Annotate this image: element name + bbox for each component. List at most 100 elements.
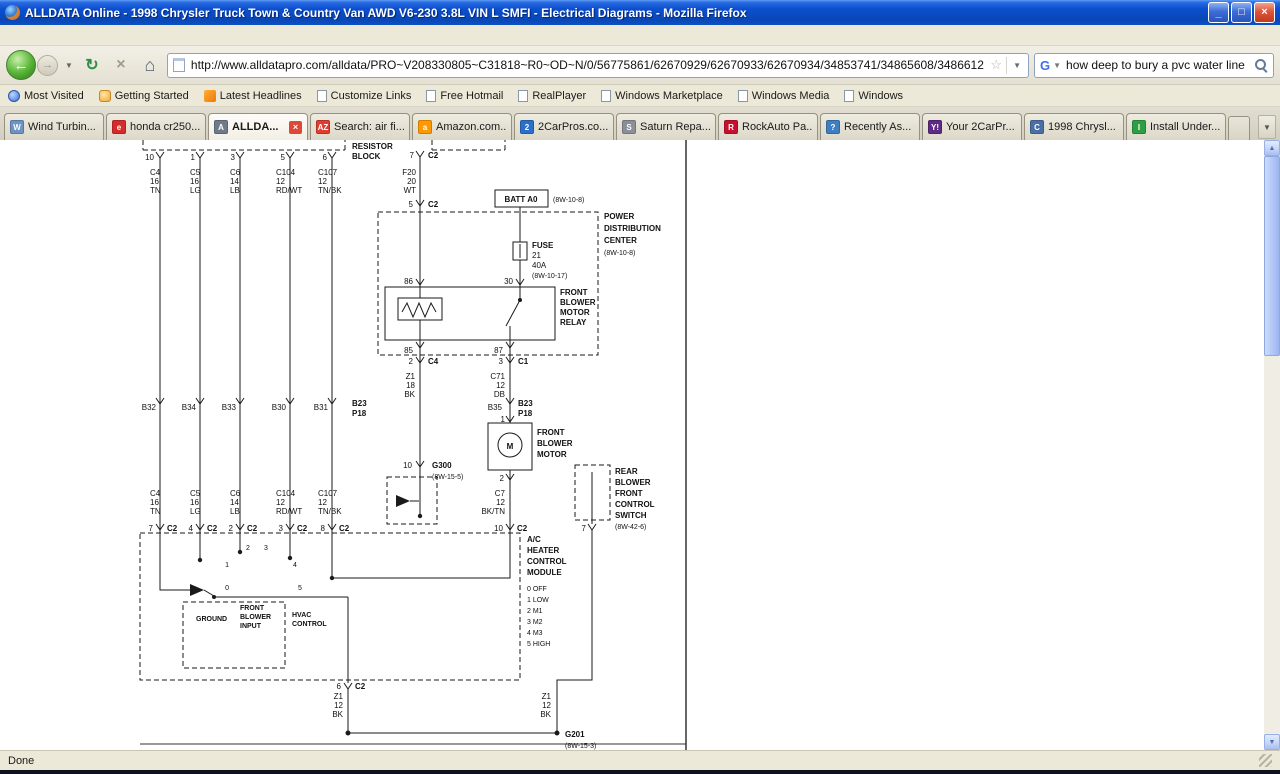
tab-close-button[interactable]: × xyxy=(289,121,302,134)
diagram-label: 7 xyxy=(582,524,587,533)
list-all-tabs-button[interactable]: ▼ xyxy=(1258,115,1276,139)
bookmark-item[interactable]: Windows xyxy=(844,90,903,102)
forward-button[interactable]: → xyxy=(37,55,58,76)
menu-item[interactable] xyxy=(87,33,101,37)
tab-label: RockAuto Pa... xyxy=(742,121,812,133)
diagram-label: 5 HIGH xyxy=(527,641,550,648)
diagram-label: LB xyxy=(230,186,240,195)
resize-grip[interactable] xyxy=(1259,754,1272,767)
menu-item[interactable] xyxy=(31,33,45,37)
tab-label: 1998 Chrysl... xyxy=(1048,121,1118,133)
diagram-label: C2 xyxy=(355,682,366,691)
tab[interactable]: 2 2CarPros.co... xyxy=(514,113,614,140)
vertical-scrollbar[interactable]: ▲ ▼ xyxy=(1264,140,1280,750)
bookmark-item[interactable]: Windows Marketplace xyxy=(601,90,723,102)
search-magnifier-icon[interactable] xyxy=(1254,58,1268,72)
tab[interactable]: Y! Your 2CarPr... xyxy=(922,113,1022,140)
diagram-label: 4 xyxy=(293,562,297,569)
diagram-label: 3 xyxy=(231,153,236,162)
diagram-label: MOTOR xyxy=(537,450,567,459)
diagram-label: C2 xyxy=(517,524,528,533)
tab-label: Amazon.com... xyxy=(436,121,506,133)
diagram-label: (8W-42-6) xyxy=(615,524,646,531)
diagram-label: GROUND xyxy=(196,616,227,623)
tab-favicon: ? xyxy=(826,120,840,134)
back-button[interactable]: ← xyxy=(6,50,36,80)
diagram-label: 7 xyxy=(410,151,415,160)
bookmark-star-icon[interactable]: ☆ xyxy=(990,57,1002,73)
search-engine-dropdown-icon[interactable]: ▼ xyxy=(1053,61,1061,70)
diagram-label: 20 xyxy=(407,177,416,186)
tab[interactable]: S Saturn Repa... xyxy=(616,113,716,140)
tab-label: Recently As... xyxy=(844,121,914,133)
diagram-label: 16 xyxy=(190,177,199,186)
diagram-label: TN/BK xyxy=(318,186,342,195)
diagram-label: FRONT xyxy=(560,288,588,297)
bookmark-label: Latest Headlines xyxy=(220,90,302,102)
menu-item[interactable] xyxy=(59,33,73,37)
diagram-label: C107 xyxy=(318,168,338,177)
minimize-button[interactable]: _ xyxy=(1208,2,1229,23)
diagram-label: TN xyxy=(150,186,161,195)
scrollbar-thumb[interactable] xyxy=(1264,156,1280,356)
url-dropdown-icon[interactable]: ▼ xyxy=(1011,61,1023,70)
diagram-label: C2 xyxy=(428,151,439,160)
menu-item[interactable] xyxy=(45,33,59,37)
tab[interactable]: e honda cr250... xyxy=(106,113,206,140)
refresh-button[interactable]: ↻ xyxy=(80,53,104,77)
tab[interactable]: R RockAuto Pa... xyxy=(718,113,818,140)
new-tab-button[interactable] xyxy=(1228,116,1250,140)
home-button[interactable]: ⌂ xyxy=(138,53,162,77)
diagram-label: C4 xyxy=(150,489,161,498)
diagram-label: LG xyxy=(190,507,201,516)
diagram-label: FUSE xyxy=(532,241,554,250)
tab[interactable]: W Wind Turbin... xyxy=(4,113,104,140)
diagram-label: 0 xyxy=(225,585,229,592)
diagram-label: (8W-15-5) xyxy=(432,474,463,481)
menu-item[interactable] xyxy=(3,33,17,37)
tab[interactable]: C 1998 Chrysl... xyxy=(1024,113,1124,140)
menu-item[interactable] xyxy=(17,33,31,37)
bookmark-item[interactable]: Customize Links xyxy=(317,90,412,102)
menu-item[interactable] xyxy=(73,33,87,37)
history-dropdown-icon[interactable]: ▼ xyxy=(63,61,75,70)
stop-button[interactable]: × xyxy=(109,53,133,77)
tab[interactable]: ? Recently As... xyxy=(820,113,920,140)
scrollbar-track[interactable] xyxy=(1264,356,1280,734)
diagram-label: 12 xyxy=(542,701,551,710)
diagram-label: 5 xyxy=(281,153,286,162)
diagram-label: 7 xyxy=(149,524,154,533)
scroll-down-button[interactable]: ▼ xyxy=(1264,734,1280,750)
tab[interactable]: I Install Under... xyxy=(1126,113,1226,140)
diagram-label: 1 xyxy=(191,153,196,162)
diagram-label: INPUT xyxy=(240,623,262,630)
tab[interactable]: A ALLDA... × xyxy=(208,113,308,140)
bookmark-item[interactable]: Free Hotmail xyxy=(426,90,503,102)
diagram-label: CONTROL xyxy=(292,621,327,628)
diagram-label: Z1 xyxy=(542,692,552,701)
bookmark-item[interactable]: Most Visited xyxy=(8,90,84,102)
google-icon[interactable]: G xyxy=(1040,58,1050,73)
diagram-label: 6 xyxy=(337,682,342,691)
bookmark-item[interactable]: Windows Media xyxy=(738,90,830,102)
scroll-up-button[interactable]: ▲ xyxy=(1264,140,1280,156)
bookmark-item[interactable]: RealPlayer xyxy=(518,90,586,102)
close-button[interactable]: × xyxy=(1254,2,1275,23)
taskbar-edge xyxy=(0,770,1280,774)
switch-inner-outline xyxy=(183,602,285,668)
bookmark-item[interactable]: Latest Headlines xyxy=(204,90,302,102)
search-input[interactable] xyxy=(1064,57,1251,73)
bookmark-item[interactable]: Getting Started xyxy=(99,90,189,102)
tab[interactable]: a Amazon.com... xyxy=(412,113,512,140)
diagram-label: 12 xyxy=(318,177,327,186)
diagram-label: M xyxy=(507,442,514,451)
diagram-label: 0 OFF xyxy=(527,586,547,593)
diagram-label: B32 xyxy=(142,403,157,412)
maximize-button[interactable]: □ xyxy=(1231,2,1252,23)
tab-favicon: AZ xyxy=(316,120,330,134)
diagram-label: G300 xyxy=(432,461,452,470)
tab[interactable]: AZ Search: air fi... xyxy=(310,113,410,140)
diagram-label: FRONT xyxy=(615,489,643,498)
url-input[interactable] xyxy=(189,57,987,73)
diagram-label: 3 xyxy=(279,524,284,533)
